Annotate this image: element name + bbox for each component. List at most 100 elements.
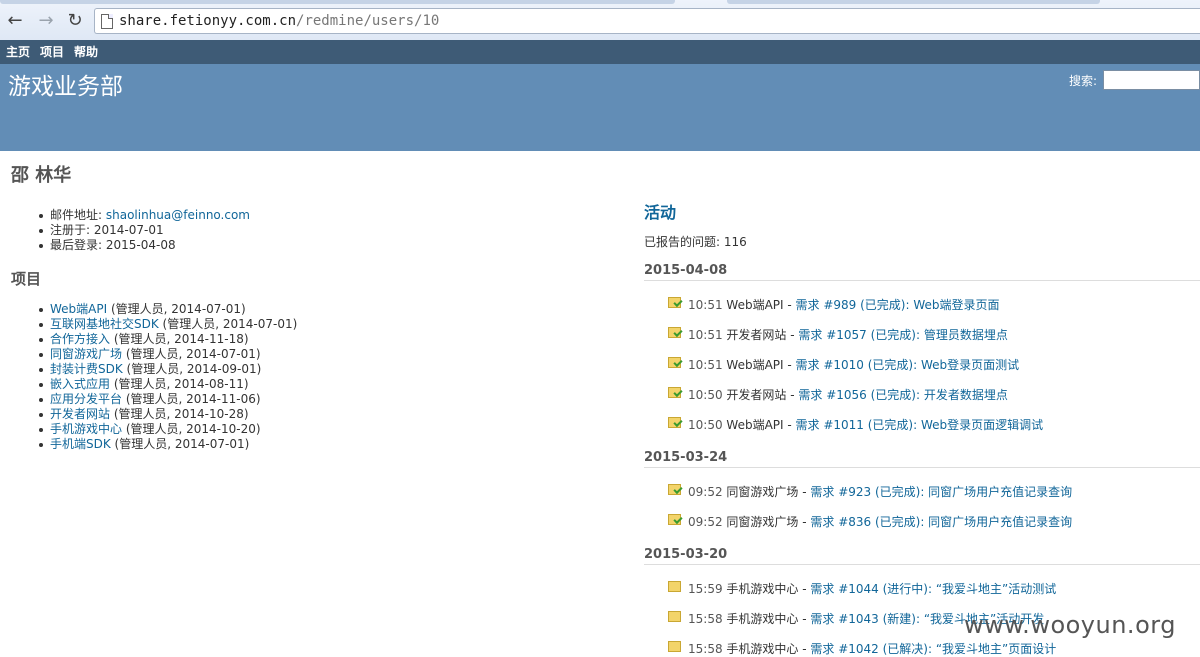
- activity-issue-link[interactable]: 需求 #1057 (已完成): 管理员数据埋点: [798, 328, 1007, 342]
- user-email-item: 邮件地址: shaolinhua@feinno.com: [39, 208, 250, 223]
- menu-projects[interactable]: 项目: [40, 43, 64, 60]
- search-input[interactable]: [1103, 70, 1200, 90]
- activity-project: 开发者网站 -: [726, 328, 799, 342]
- activity-day-heading: 2015-03-24: [644, 450, 1200, 468]
- reported-issues: 已报告的问题: 116: [644, 233, 747, 250]
- activity-time: 15:58: [688, 642, 727, 656]
- project-detail: (管理人员, 2014-08-11): [110, 377, 249, 391]
- search-label: 搜索:: [1069, 74, 1098, 88]
- project-link[interactable]: 互联网基地社交SDK: [50, 317, 159, 331]
- issue-icon: [668, 581, 681, 592]
- projects-heading: 项目: [11, 270, 42, 288]
- activity-project: Web端API -: [726, 418, 796, 432]
- back-arrow-icon[interactable]: ←: [4, 10, 26, 32]
- reload-icon[interactable]: ↻: [64, 10, 86, 32]
- activity-issue-link[interactable]: 需求 #1042 (已解决): “我爱斗地主”页面设计: [810, 642, 1056, 656]
- activity-project: 手机游戏中心 -: [726, 642, 811, 656]
- issue-icon: [668, 641, 681, 652]
- last-login-value: 2015-04-08: [105, 238, 176, 252]
- project-item: 手机游戏中心 (管理人员, 2014-10-20): [38, 422, 297, 437]
- issue-closed-icon: [668, 417, 681, 428]
- activity-time: 10:50: [688, 388, 727, 402]
- activity-text: 10:50 开发者网站 - 需求 #1056 (已完成): 开发者数据埋点: [688, 386, 1008, 403]
- activity-issue-link[interactable]: 需求 #1044 (进行中): “我爱斗地主”活动测试: [810, 582, 1056, 596]
- address-bar[interactable]: share.fetionyy.com.cn/redmine/users/10: [94, 8, 1200, 34]
- activity-issue-link[interactable]: 需求 #989 (已完成): Web端登录页面: [796, 298, 1000, 312]
- url-host: share.fetionyy.com.cn: [119, 13, 297, 29]
- activity-issue-link[interactable]: 需求 #836 (已完成): 同窗广场用户充值记录查询: [810, 515, 1072, 529]
- issue-closed-icon: [668, 387, 681, 398]
- registered-value: 2014-07-01: [93, 223, 164, 237]
- activity-text: 09:52 同窗游戏广场 - 需求 #923 (已完成): 同窗广场用户充值记录…: [688, 483, 1072, 500]
- project-detail: (管理人员, 2014-07-01): [107, 302, 246, 316]
- activity-heading: 活动: [644, 203, 677, 222]
- activity-issue-link[interactable]: 需求 #923 (已完成): 同窗广场用户充值记录查询: [810, 485, 1072, 499]
- project-detail: (管理人员, 2014-09-01): [122, 362, 262, 376]
- project-link[interactable]: 开发者网站: [50, 407, 110, 421]
- watermark: www.wooyun.org: [964, 611, 1176, 639]
- project-link[interactable]: 同窗游戏广场: [50, 347, 122, 361]
- activity-text: 15:58 手机游戏中心 - 需求 #1042 (已解决): “我爱斗地主”页面…: [688, 640, 1056, 657]
- project-detail: (管理人员, 2014-10-20): [122, 422, 261, 436]
- project-link[interactable]: 应用分发平台: [50, 392, 122, 406]
- activity-day-heading: 2015-04-08: [644, 263, 1200, 281]
- project-item: Web端API (管理人员, 2014-07-01): [38, 302, 297, 317]
- user-last-login-item: 最后登录: 2015-04-08: [39, 238, 250, 253]
- page-icon: [101, 14, 113, 29]
- project-item: 手机端SDK (管理人员, 2014-07-01): [38, 437, 297, 452]
- activity-project: 同窗游戏广场 -: [726, 515, 811, 529]
- url-text: share.fetionyy.com.cn/redmine/users/10: [119, 13, 439, 29]
- projects-list: Web端API (管理人员, 2014-07-01) 互联网基地社交SDK (管理…: [38, 302, 298, 452]
- issue-closed-icon: [668, 514, 681, 525]
- issue-closed-icon: [668, 484, 681, 495]
- activity-text: 10:50 Web端API - 需求 #1011 (已完成): Web登录页面逻…: [688, 416, 1043, 433]
- issue-closed-icon: [668, 327, 681, 338]
- activity-time: 10:51: [688, 328, 727, 342]
- email-link[interactable]: shaolinhua@feinno.com: [106, 208, 250, 222]
- reported-count: 116: [723, 235, 747, 249]
- activity-project: 手机游戏中心 -: [726, 612, 811, 626]
- activity-issue-link[interactable]: 需求 #1010 (已完成): Web登录页面测试: [796, 358, 1020, 372]
- project-link[interactable]: 合作方接入: [50, 332, 110, 346]
- project-item: 同窗游戏广场 (管理人员, 2014-07-01): [38, 347, 297, 362]
- activity-time: 10:51: [688, 358, 727, 372]
- activity-text: 15:59 手机游戏中心 - 需求 #1044 (进行中): “我爱斗地主”活动…: [688, 580, 1056, 597]
- menu-help[interactable]: 帮助: [74, 43, 98, 60]
- issue-closed-icon: [668, 357, 681, 368]
- user-info-list: 邮件地址: shaolinhua@feinno.com 注册于: 2014-07…: [39, 208, 250, 253]
- site-title: 游戏业务部: [8, 74, 123, 100]
- issue-closed-icon: [668, 297, 681, 308]
- project-link[interactable]: Web端API: [50, 302, 107, 316]
- project-item: 合作方接入 (管理人员, 2014-11-18): [38, 332, 297, 347]
- project-detail: (管理人员, 2014-10-28): [110, 407, 249, 421]
- project-link[interactable]: 手机端SDK: [50, 437, 111, 451]
- activity-issue-link[interactable]: 需求 #1011 (已完成): Web登录页面逻辑调试: [796, 418, 1044, 432]
- activity-project: 同窗游戏广场 -: [726, 485, 811, 499]
- project-link[interactable]: 封装计费SDK: [50, 362, 123, 376]
- activity-text: 09:52 同窗游戏广场 - 需求 #836 (已完成): 同窗广场用户充值记录…: [688, 513, 1072, 530]
- activity-project: 手机游戏中心 -: [726, 582, 811, 596]
- last-login-label: 最后登录:: [50, 238, 103, 252]
- header: 游戏业务部 搜索:: [0, 64, 1200, 151]
- activity-text: 10:51 Web端API - 需求 #989 (已完成): Web端登录页面: [688, 296, 1000, 313]
- project-link[interactable]: 嵌入式应用: [50, 377, 110, 391]
- activity-text: 10:51 开发者网站 - 需求 #1057 (已完成): 管理员数据埋点: [688, 326, 1008, 343]
- menu-home[interactable]: 主页: [6, 43, 30, 60]
- activity-time: 15:59: [688, 582, 727, 596]
- project-detail: (管理人员, 2014-07-01): [110, 437, 250, 451]
- project-link[interactable]: 手机游戏中心: [50, 422, 122, 436]
- user-name: 邵 林华: [11, 165, 72, 186]
- activity-issue-link[interactable]: 需求 #1056 (已完成): 开发者数据埋点: [798, 388, 1007, 402]
- activity-day-heading: 2015-03-20: [644, 547, 1200, 565]
- activity-project: Web端API -: [726, 298, 796, 312]
- project-detail: (管理人员, 2014-07-01): [158, 317, 298, 331]
- activity-time: 10:50: [688, 418, 727, 432]
- url-path: /redmine/users/10: [296, 13, 440, 29]
- project-detail: (管理人员, 2014-07-01): [122, 347, 261, 361]
- email-label: 邮件地址:: [50, 208, 103, 222]
- project-item: 嵌入式应用 (管理人员, 2014-08-11): [38, 377, 297, 392]
- activity-text: 10:51 Web端API - 需求 #1010 (已完成): Web登录页面测…: [688, 356, 1019, 373]
- forward-arrow-icon[interactable]: →: [35, 10, 57, 32]
- activity-project: Web端API -: [726, 358, 796, 372]
- project-item: 开发者网站 (管理人员, 2014-10-28): [38, 407, 297, 422]
